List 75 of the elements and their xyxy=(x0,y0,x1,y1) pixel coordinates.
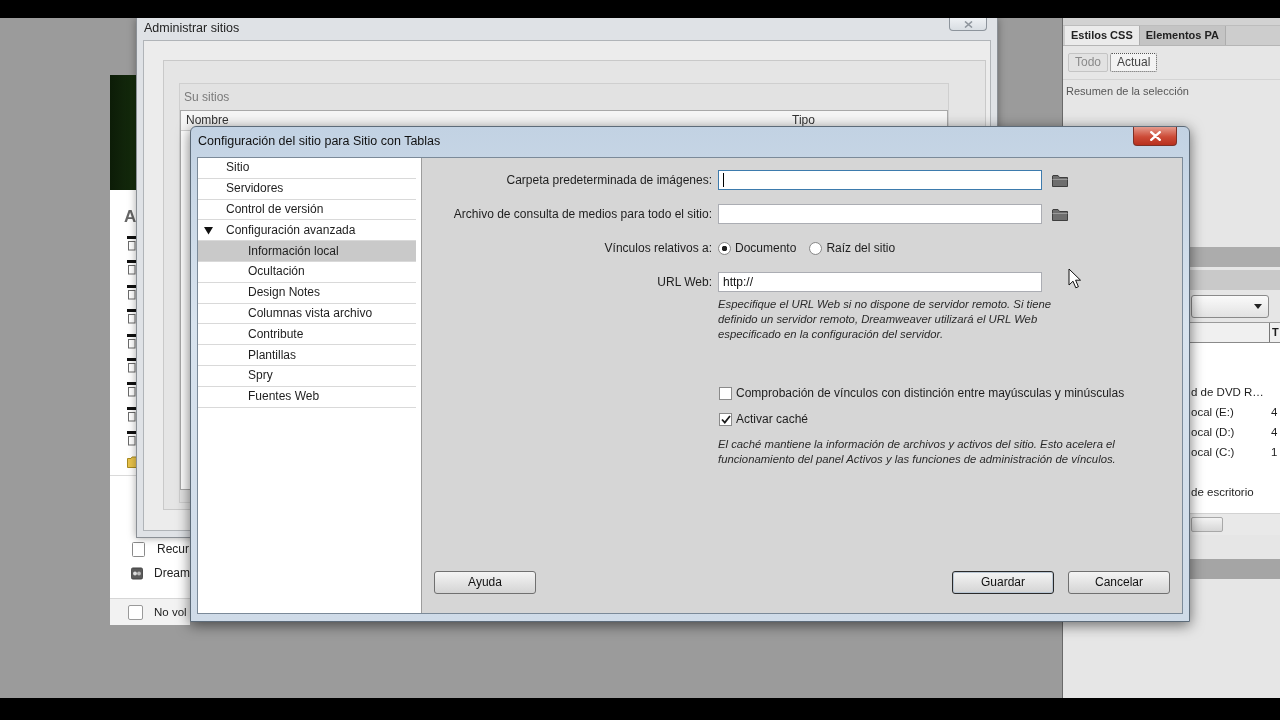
checkbox[interactable] xyxy=(128,604,143,620)
help-button[interactable]: Ayuda xyxy=(434,571,536,594)
panel-tab[interactable]: Estilos CSS xyxy=(1065,26,1140,45)
start-page-link[interactable]: Recur xyxy=(110,539,190,560)
radio-label[interactable]: Raíz del sitio xyxy=(826,240,896,256)
input-field[interactable] xyxy=(718,204,1042,224)
column-header[interactable]: Tipo xyxy=(792,113,815,127)
tree-item[interactable]: Plantillas xyxy=(198,345,416,366)
window-title: Configuración del sitio para Sitio con Tablas xyxy=(198,134,441,150)
tree-item[interactable]: Información local xyxy=(198,241,416,262)
column-header[interactable]: Nombre xyxy=(186,113,229,127)
field-label: Archivo de consulta de medios para todo el sitio: xyxy=(453,206,712,221)
table-cell: 4 xyxy=(1271,404,1278,420)
close-button[interactable] xyxy=(1133,127,1177,146)
input-field[interactable] xyxy=(718,170,1042,190)
hint-text: Especifique el URL Web si no dispone de servidor remoto. Si tiene definido un servidor remoto, Dreamweaver utilizará el URL Web especificado en la configuración del servidor. xyxy=(718,297,1053,342)
radio-button[interactable] xyxy=(718,241,731,255)
folder-icon[interactable] xyxy=(1052,207,1068,221)
window-title: Administrar sitios xyxy=(144,21,240,37)
input-field[interactable]: http:// xyxy=(718,272,1042,292)
column-header[interactable]: T xyxy=(1269,323,1279,342)
hint-text: El caché mantiene la información de archivos y activos del sitio. Esto acelera el funcionamiento del panel Activos y las funciones de administración de vínculos. xyxy=(718,437,1117,467)
scrollbar-thumb[interactable] xyxy=(1191,517,1223,532)
table-cell: 4 xyxy=(1271,424,1278,440)
checkbox-label[interactable]: Comprobación de vínculos con distinción entre mayúsculas y minúsculas xyxy=(736,385,1125,401)
dialog-button[interactable]: Guardar xyxy=(952,571,1054,594)
radio-button[interactable] xyxy=(809,241,823,255)
tree-item[interactable]: Sitio xyxy=(198,158,416,179)
tree-item[interactable]: Servidores xyxy=(198,178,416,200)
document-icon[interactable] xyxy=(127,382,136,398)
dialog-button[interactable]: Cancelar xyxy=(1068,571,1170,594)
file-name[interactable]: ocal (D:) xyxy=(1191,425,1235,438)
file-name[interactable]: ocal (C:) xyxy=(1191,445,1235,458)
section-heading: A xyxy=(124,207,137,226)
close-icon xyxy=(1149,131,1161,141)
document-icon[interactable] xyxy=(127,260,136,276)
checkbox-label[interactable]: Activar caché xyxy=(736,411,809,427)
document-icon[interactable] xyxy=(127,333,136,349)
caret-icon xyxy=(1254,304,1262,309)
tree-item[interactable]: Design Notes xyxy=(198,282,416,304)
page-icon xyxy=(131,542,146,558)
close-icon xyxy=(963,20,973,28)
dropdown[interactable] xyxy=(1191,295,1269,318)
checkbox[interactable] xyxy=(719,412,732,426)
mouse-pointer-icon xyxy=(1068,268,1081,289)
group-label: Su sitios xyxy=(184,90,230,104)
panel-tab[interactable]: Elementos PA xyxy=(1139,26,1226,45)
document-icon[interactable] xyxy=(127,357,136,373)
tree-item[interactable]: Control de versión xyxy=(198,199,416,221)
field-label: URL Web: xyxy=(657,274,712,289)
tree-item[interactable]: Contribute xyxy=(198,324,416,346)
file-name[interactable]: de escritorio xyxy=(1191,485,1254,498)
file-name[interactable]: ocal (E:) xyxy=(1191,405,1234,418)
expand-arrow-icon[interactable] xyxy=(204,225,213,235)
checkmark-icon xyxy=(720,414,731,424)
tree-item[interactable]: Fuentes Web xyxy=(198,386,416,408)
tree-item[interactable]: Columnas vista archivo xyxy=(198,303,416,325)
table-cell: 1 xyxy=(1271,444,1278,460)
document-icon[interactable] xyxy=(127,236,136,251)
app-icon xyxy=(131,566,143,582)
mode-button[interactable]: Actual xyxy=(1110,53,1158,72)
document-icon[interactable] xyxy=(127,309,136,325)
section-label: Resumen de la selección xyxy=(1066,85,1189,97)
tree-item[interactable]: Spry xyxy=(198,365,416,387)
field-label: Vínculos relativos a: xyxy=(604,240,712,255)
checkbox[interactable] xyxy=(719,386,732,400)
document-icon[interactable] xyxy=(127,406,136,422)
document-icon[interactable] xyxy=(127,431,136,447)
start-page-link[interactable]: Dream xyxy=(110,563,190,584)
folder-icon[interactable] xyxy=(1052,173,1068,187)
file-name[interactable]: d de DVD R… xyxy=(1191,385,1264,398)
radio-label[interactable]: Documento xyxy=(735,240,797,256)
field-label: Carpeta predeterminada de imágenes: xyxy=(506,172,712,187)
document-icon[interactable] xyxy=(127,284,136,300)
tree-item[interactable]: Ocultación xyxy=(198,262,416,283)
